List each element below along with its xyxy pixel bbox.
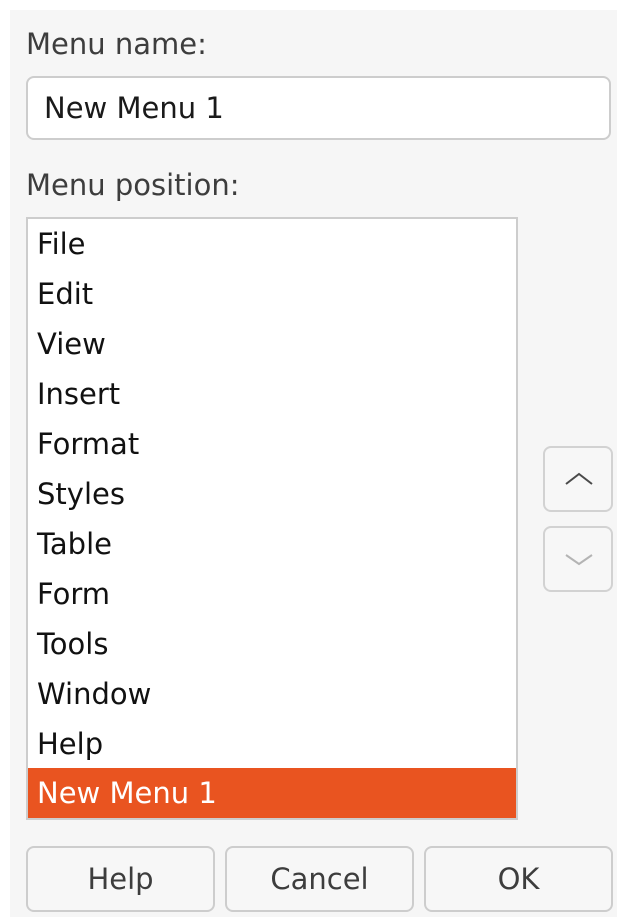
move-up-button[interactable] bbox=[543, 446, 613, 512]
list-item[interactable]: Edit bbox=[28, 269, 516, 319]
move-down-button[interactable] bbox=[543, 526, 613, 592]
list-item[interactable]: File bbox=[28, 219, 516, 269]
menu-name-input[interactable] bbox=[26, 76, 611, 140]
help-button[interactable]: Help bbox=[26, 846, 215, 912]
list-item[interactable]: Styles bbox=[28, 469, 516, 519]
chevron-up-icon bbox=[565, 472, 593, 485]
menu-name-label: Menu name: bbox=[26, 27, 207, 61]
cancel-button[interactable]: Cancel bbox=[225, 846, 414, 912]
list-item[interactable]: Table bbox=[28, 519, 516, 569]
list-item[interactable]: Help bbox=[28, 719, 516, 769]
menu-position-label: Menu position: bbox=[26, 168, 240, 202]
ok-button[interactable]: OK bbox=[424, 846, 613, 912]
menu-position-list[interactable]: File Edit View Insert Format Styles Tabl… bbox=[26, 217, 518, 820]
list-item[interactable]: Window bbox=[28, 669, 516, 719]
list-item-selected[interactable]: New Menu 1 bbox=[28, 768, 516, 818]
chevron-down-icon bbox=[565, 554, 593, 566]
list-item[interactable]: Insert bbox=[28, 369, 516, 419]
list-item[interactable]: Format bbox=[28, 419, 516, 469]
list-item[interactable]: View bbox=[28, 319, 516, 369]
list-item[interactable]: Tools bbox=[28, 619, 516, 669]
list-item[interactable]: Form bbox=[28, 569, 516, 619]
